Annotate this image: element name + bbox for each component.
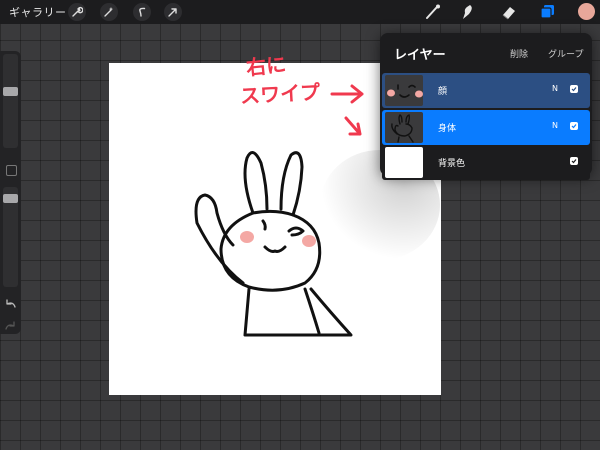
layer-row-face[interactable]: 顔 N <box>382 73 590 108</box>
layer-name: 背景色 <box>438 159 466 169</box>
layer-name: 身体 <box>438 124 457 134</box>
visibility-checkbox[interactable] <box>570 157 578 165</box>
opacity-knob[interactable] <box>3 194 18 203</box>
layer-name: 顔 <box>438 87 448 97</box>
brush-size-knob[interactable] <box>3 87 18 96</box>
side-bar <box>0 51 21 334</box>
panel-title: レイヤー <box>394 48 446 63</box>
modify-button[interactable] <box>6 165 17 176</box>
layer-row-background[interactable]: 背景色 <box>382 145 590 180</box>
transform-arrow-icon[interactable] <box>164 3 182 21</box>
layer-row-body[interactable]: 身体 N <box>382 110 590 145</box>
layers-panel: レイヤー 削除 グループ 顔 N 身体 N 背景色 <box>380 33 592 180</box>
layer-thumbnail <box>385 147 423 178</box>
wrench-icon[interactable] <box>68 3 86 21</box>
brush-size-slider[interactable] <box>3 54 18 148</box>
layers-icon[interactable] <box>538 3 556 21</box>
swipe-annotation: 右に スワイプ <box>240 50 380 150</box>
smudge-icon[interactable] <box>458 3 476 21</box>
visibility-checkbox[interactable] <box>570 85 578 93</box>
group-button[interactable]: グループ <box>548 47 583 60</box>
blend-mode-button[interactable]: N <box>552 121 558 130</box>
magic-wand-icon[interactable] <box>100 3 118 21</box>
visibility-checkbox[interactable] <box>570 122 578 130</box>
selection-icon[interactable] <box>133 3 151 21</box>
redo-icon[interactable] <box>4 317 17 336</box>
eraser-icon[interactable] <box>500 3 518 21</box>
delete-button[interactable]: 削除 <box>510 47 528 60</box>
undo-icon[interactable] <box>4 295 17 314</box>
blend-mode-button[interactable]: N <box>552 84 558 93</box>
gallery-button[interactable]: ギャラリー <box>9 4 67 20</box>
top-toolbar: ギャラリー <box>0 0 600 24</box>
layer-thumbnail <box>385 75 423 106</box>
color-swatch[interactable] <box>578 3 595 20</box>
layer-thumbnail <box>385 112 423 143</box>
swipe-arrows <box>330 84 364 136</box>
brush-icon[interactable] <box>424 3 442 21</box>
